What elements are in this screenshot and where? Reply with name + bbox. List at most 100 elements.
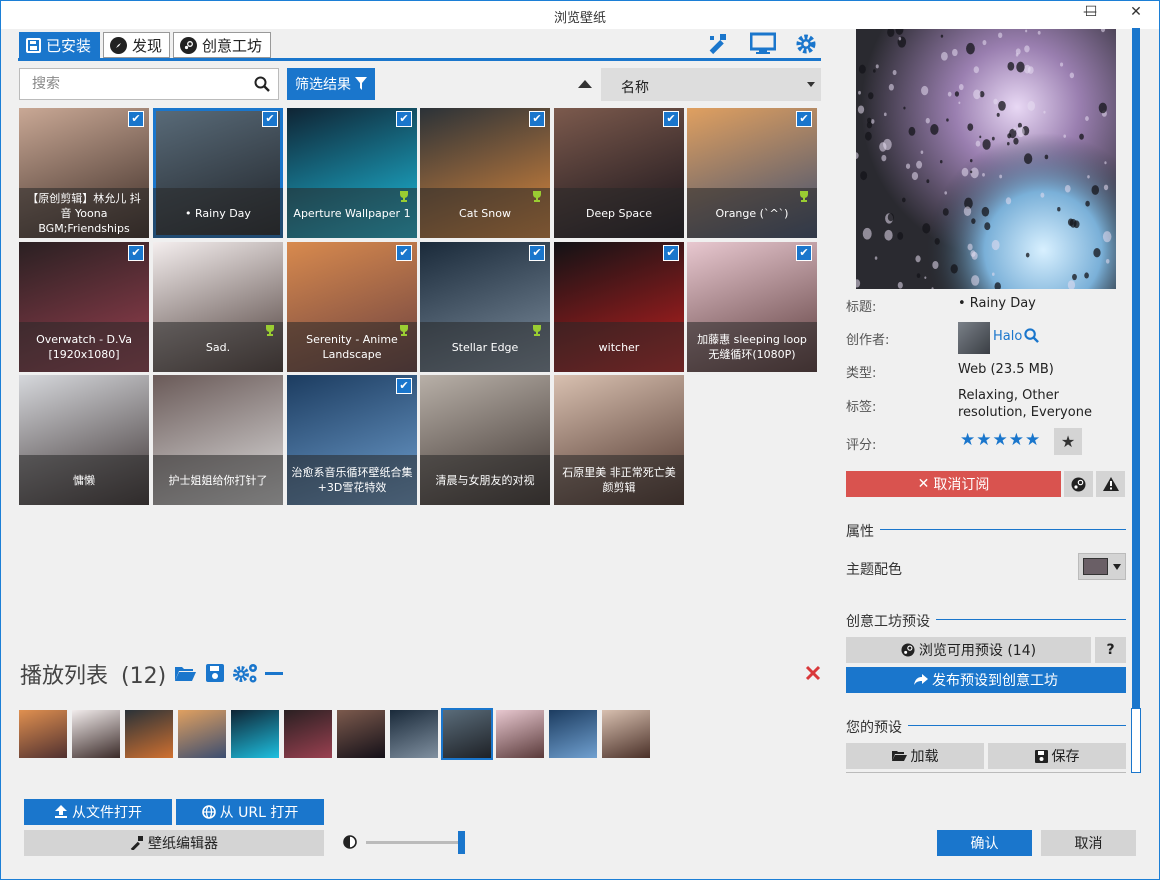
tab-installed[interactable]: 已安装: [19, 32, 100, 58]
playlist-checkbox[interactable]: ✔: [796, 245, 812, 261]
gears-icon[interactable]: [232, 662, 260, 684]
playlist-checkbox[interactable]: ✔: [529, 245, 545, 261]
playlist-checkbox[interactable]: ✔: [529, 111, 545, 127]
raindrop: [958, 101, 961, 105]
gear-icon[interactable]: [793, 32, 819, 56]
help-button[interactable]: ?: [1095, 637, 1126, 663]
search-icon[interactable]: [254, 76, 270, 96]
open-url-button[interactable]: 从 URL 打开: [176, 799, 324, 825]
wallpaper-tile[interactable]: Sad.: [153, 242, 283, 372]
wallpaper-tile[interactable]: Overwatch - D.Va [1920x1080] ✔: [19, 242, 149, 372]
author-avatar[interactable]: [958, 322, 990, 354]
brightness-slider[interactable]: [366, 831, 465, 854]
playlist-thumbnail[interactable]: [19, 710, 67, 758]
playlist-checkbox[interactable]: ✔: [128, 245, 144, 261]
chevron-down-icon: [1113, 564, 1121, 570]
sort-select-value: 名称: [621, 80, 649, 96]
wallpaper-tile[interactable]: 慵懒: [19, 375, 149, 505]
raindrop: [999, 174, 1003, 179]
playlist-thumbnail[interactable]: [337, 710, 385, 758]
wallpaper-editor-button[interactable]: 壁纸编辑器: [24, 830, 324, 856]
raindrop: [1013, 127, 1016, 131]
playlist-checkbox[interactable]: ✔: [262, 111, 278, 127]
unsubscribe-button[interactable]: ✕ 取消订阅: [846, 471, 1061, 497]
tab-workshop[interactable]: 创意工坊: [173, 32, 271, 58]
raindrop: [991, 136, 995, 141]
playlist-thumbnail[interactable]: [496, 710, 544, 758]
wallpaper-tile[interactable]: Deep Space ✔: [554, 108, 684, 238]
raindrop: [858, 64, 866, 74]
raindrop: [961, 167, 969, 177]
tab-discover[interactable]: 发现: [103, 32, 170, 58]
author-link[interactable]: Halo: [993, 329, 1022, 344]
scrollbar-track[interactable]: [1132, 28, 1140, 773]
raindrop: [954, 91, 960, 97]
favorite-star-button[interactable]: ★: [1054, 428, 1082, 455]
steam-icon: [180, 36, 197, 54]
minus-icon[interactable]: [264, 662, 286, 684]
playlist-thumbnail[interactable]: [390, 710, 438, 758]
cancel-button[interactable]: 取消: [1041, 830, 1136, 856]
playlist-thumbnail[interactable]: [178, 710, 226, 758]
raindrop: [993, 98, 998, 105]
raindrop: [874, 256, 878, 260]
playlist-thumbnail[interactable]: [441, 708, 493, 760]
playlist-checkbox[interactable]: ✔: [396, 378, 412, 394]
open-file-button[interactable]: 从文件打开: [24, 799, 172, 825]
filter-button[interactable]: 筛选结果: [287, 68, 375, 100]
playlist-checkbox[interactable]: ✔: [663, 245, 679, 261]
scrollbar-thumb[interactable]: [1131, 708, 1141, 773]
wallpaper-tile[interactable]: 加藤惠 sleeping loop 无缝循环(1080P) ✔: [687, 242, 817, 372]
theme-color-picker[interactable]: [1078, 553, 1126, 580]
wallpaper-tile[interactable]: Stellar Edge ✔: [420, 242, 550, 372]
search-box[interactable]: [19, 68, 279, 100]
wallpaper-tile[interactable]: • Rainy Day ✔: [153, 108, 283, 238]
brush-icon[interactable]: [706, 32, 732, 56]
load-preset-button[interactable]: 加载: [846, 743, 984, 769]
folder-open-icon[interactable]: [174, 662, 196, 684]
maximize-button[interactable]: ☐: [1071, 1, 1111, 25]
wallpaper-tile[interactable]: 石原里美 非正常死亡美颜剪辑: [554, 375, 684, 505]
wallpaper-tile[interactable]: 护士姐姐给你打针了: [153, 375, 283, 505]
raindrop: [867, 117, 872, 124]
raindrop: [966, 42, 975, 55]
search-input[interactable]: [20, 69, 240, 99]
wallpaper-tile[interactable]: Serenity - Anime Landscape ✔: [287, 242, 417, 372]
playlist-thumbnail[interactable]: [231, 710, 279, 758]
wallpaper-tile[interactable]: 治愈系音乐循环壁纸合集+3D雪花特效 ✔: [287, 375, 417, 505]
wallpaper-tile[interactable]: Orange (`^`) ✔: [687, 108, 817, 238]
playlist-thumbnail[interactable]: [125, 710, 173, 758]
playlist-thumbnail[interactable]: [284, 710, 332, 758]
slider-handle[interactable]: [458, 831, 465, 854]
wallpaper-tile[interactable]: witcher ✔: [554, 242, 684, 372]
details-scrollbar[interactable]: [1131, 28, 1141, 773]
publish-presets-button[interactable]: 发布预设到创意工坊: [846, 667, 1126, 693]
playlist-checkbox[interactable]: ✔: [128, 111, 144, 127]
sort-direction-toggle[interactable]: [578, 80, 592, 88]
wallpaper-tile[interactable]: Aperture Wallpaper 1 ✔: [287, 108, 417, 238]
raindrop: [932, 260, 939, 270]
report-button[interactable]: [1096, 471, 1125, 497]
clear-playlist-icon[interactable]: [805, 662, 821, 686]
sort-select[interactable]: 名称: [601, 68, 821, 101]
wallpaper-tile[interactable]: 清晨与女朋友的对视: [420, 375, 550, 505]
playlist-thumbnail[interactable]: [549, 710, 597, 758]
title-bar[interactable]: 浏览壁纸 — ☐ ✕: [1, 1, 1159, 29]
browse-presets-button[interactable]: 浏览可用预设 (14): [846, 637, 1091, 663]
playlist-checkbox[interactable]: ✔: [396, 245, 412, 261]
save-preset-button[interactable]: 保存: [988, 743, 1126, 769]
search-icon[interactable]: [1024, 328, 1039, 347]
playlist-checkbox[interactable]: ✔: [396, 111, 412, 127]
playlist-thumbnail[interactable]: [602, 710, 650, 758]
monitor-icon[interactable]: [749, 32, 777, 56]
wallpaper-tile[interactable]: 【原创剪辑】林允儿 抖音 Yoona BGM;Friendships ✔: [19, 108, 149, 238]
save-icon[interactable]: [204, 662, 226, 684]
playlist-checkbox[interactable]: ✔: [663, 111, 679, 127]
playlist-thumbnail[interactable]: [72, 710, 120, 758]
close-button[interactable]: ✕: [1113, 1, 1159, 25]
ok-button[interactable]: 确认: [937, 830, 1032, 856]
wallpaper-tile[interactable]: Cat Snow ✔: [420, 108, 550, 238]
raindrop: [908, 126, 916, 136]
playlist-checkbox[interactable]: ✔: [796, 111, 812, 127]
steam-workshop-button[interactable]: [1064, 471, 1093, 497]
